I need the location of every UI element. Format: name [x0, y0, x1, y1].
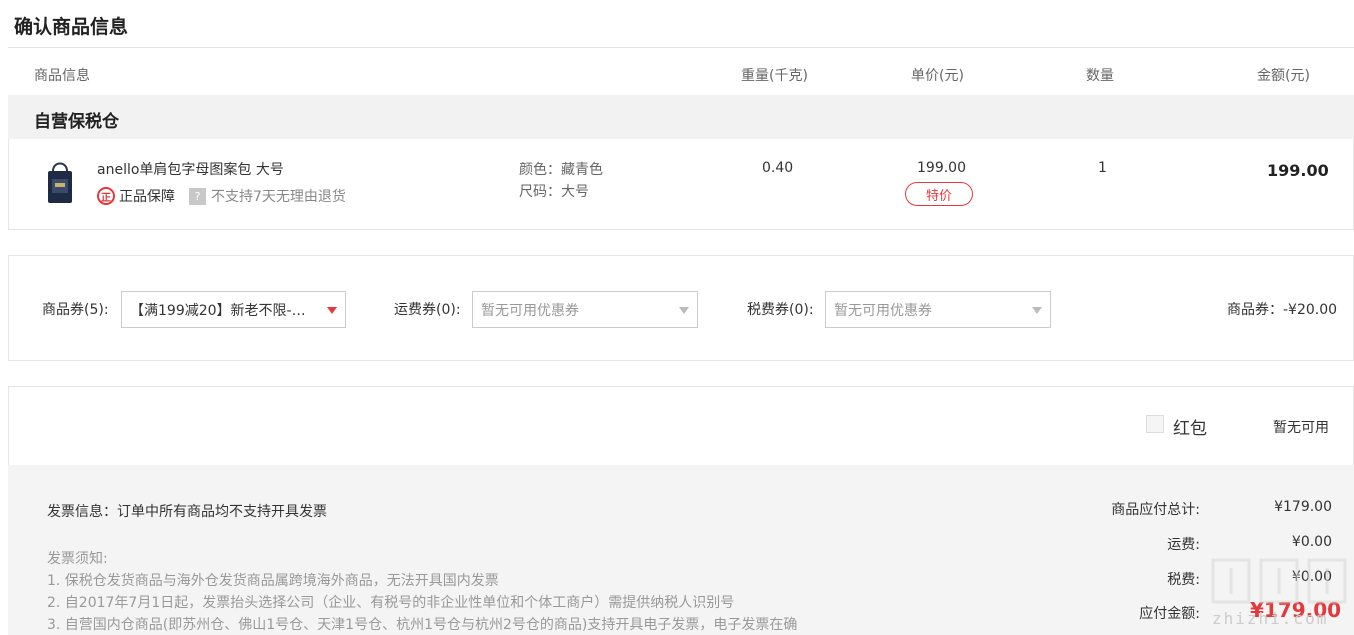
- goods-coupon-label: 商品券(5):: [42, 302, 109, 318]
- tax-coupon-value: 暂无可用优惠券: [834, 302, 932, 319]
- invoice-summary-section: 发票信息：订单中所有商品均不支持开具发票 发票须知: 1. 保税仓发货商品与海外…: [8, 465, 1354, 635]
- question-icon[interactable]: ?: [189, 187, 206, 205]
- goods-coupon-select[interactable]: 【满199减20】新老不限-满199减20: [121, 291, 346, 328]
- product-size: 尺码：大号: [519, 184, 589, 200]
- payable-label: 应付金额:: [1139, 606, 1200, 622]
- dropdown-arrow-icon: [679, 307, 689, 314]
- dropdown-arrow-icon: [327, 307, 337, 314]
- column-header-weight: 重量(千克): [741, 68, 808, 84]
- goods-total-value: ¥179.00: [1274, 499, 1332, 515]
- shipping-label: 运费:: [1167, 537, 1200, 553]
- column-header-amount: 金额(元): [1257, 68, 1310, 84]
- dropdown-arrow-icon: [1032, 307, 1042, 314]
- column-header-quantity: 数量: [1086, 68, 1114, 84]
- invoice-notice-line: 3. 自营国内仓商品(即苏州仓、佛山1号仓、天津1号仓、杭州1号仓与杭州2号仓的…: [47, 617, 798, 633]
- product-row: anello单肩包字母图案包 大号 正 正品保障 ? 不支持7天无理由退货 颜色…: [8, 139, 1354, 230]
- product-quantity: 1: [1098, 160, 1107, 176]
- column-header-unit-price: 单价(元): [911, 68, 964, 84]
- product-badges: 正 正品保障 ? 不支持7天无理由退货: [97, 186, 346, 206]
- page-title: 确认商品信息: [14, 16, 129, 38]
- product-unit-price: 199.00: [917, 160, 966, 176]
- product-thumbnail[interactable]: [45, 159, 75, 205]
- invoice-notice-line: 2. 自2017年7月1日起，发票抬头选择公司（企业、有税号的非企业性单位和个体…: [47, 595, 735, 611]
- invoice-notice-line: 1. 保税仓发货商品与海外仓发货商品属跨境海外商品，无法开具国内发票: [47, 573, 499, 589]
- column-header-product: 商品信息: [34, 68, 90, 84]
- product-color: 颜色：藏青色: [519, 162, 603, 178]
- red-packet-status: 暂无可用: [1273, 420, 1329, 436]
- title-divider: [8, 47, 1354, 48]
- shipping-value: ¥0.00: [1291, 534, 1332, 550]
- invoice-info: 发票信息：订单中所有商品均不支持开具发票: [47, 504, 327, 520]
- product-weight: 0.40: [762, 160, 794, 176]
- shipping-coupon-value: 暂无可用优惠券: [481, 302, 579, 319]
- red-packet-section: 红包 暂无可用: [8, 386, 1354, 465]
- coupon-discount: 商品券：-¥20.00: [1227, 302, 1338, 318]
- tax-coupon-select[interactable]: 暂无可用优惠券: [825, 291, 1051, 328]
- warehouse-name: 自营保税仓: [34, 112, 119, 132]
- watermark-text: zhizhi.com: [1212, 609, 1329, 628]
- coupon-section: 商品券(5): 【满199减20】新老不限-满199减20 运费券(0): 暂无…: [8, 255, 1354, 361]
- special-price-badge: 特价: [905, 182, 973, 206]
- tax-label: 税费:: [1167, 572, 1200, 588]
- goods-total-label: 商品应付总计:: [1111, 502, 1200, 518]
- authentic-icon: 正: [97, 187, 115, 205]
- tax-coupon-label: 税费券(0):: [747, 302, 814, 318]
- authentic-label: 正品保障: [119, 189, 175, 205]
- no-return-label: 不支持7天无理由退货: [211, 189, 346, 205]
- invoice-notice-title: 发票须知:: [47, 551, 108, 567]
- warehouse-header: 自营保税仓: [8, 95, 1354, 139]
- red-packet-checkbox[interactable]: [1146, 415, 1164, 433]
- shipping-coupon-select[interactable]: 暂无可用优惠券: [472, 291, 698, 328]
- product-amount: 199.00: [1267, 161, 1329, 180]
- red-packet-label: 红包: [1173, 419, 1207, 439]
- goods-coupon-value: 【满199减20】新老不限-满199减20: [130, 302, 319, 319]
- shipping-coupon-label: 运费券(0):: [394, 302, 461, 318]
- product-name-link[interactable]: anello单肩包字母图案包 大号: [97, 159, 284, 179]
